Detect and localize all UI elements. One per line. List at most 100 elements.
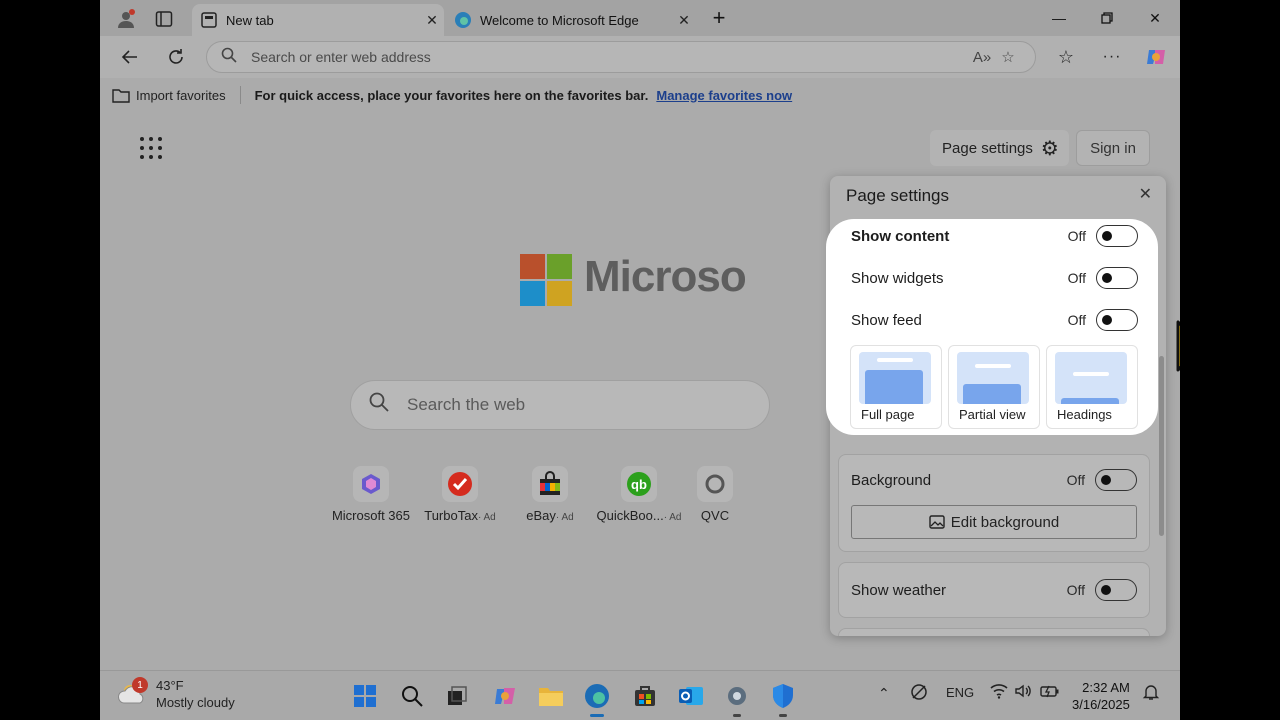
show-feed-state: Off (1067, 312, 1086, 328)
show-content-state: Off (1067, 228, 1086, 244)
page-settings-button[interactable]: Page settings ⚙ (930, 130, 1069, 166)
tab-welcome[interactable]: Welcome to Microsoft Edge ✕ (446, 4, 696, 36)
favorites-icon[interactable]: ☆ (1052, 44, 1080, 70)
refresh-icon[interactable] (162, 44, 190, 70)
close-icon[interactable]: ✕ (1139, 184, 1152, 204)
settings-icon[interactable] (722, 681, 752, 717)
show-feed-row: Show feed Off (851, 309, 1138, 331)
screen: New tab ✕ Welcome to Microsoft Edge ✕ + … (100, 0, 1180, 720)
sign-in-button[interactable]: Sign in (1076, 130, 1150, 166)
background-label: Background (851, 471, 932, 489)
show-weather-toggle[interactable] (1095, 579, 1137, 601)
volume-icon[interactable] (1014, 683, 1032, 702)
microsoft-store-icon[interactable] (630, 681, 660, 711)
layout-option-label: Headings (1057, 407, 1112, 422)
address-input[interactable]: Search or enter web address (251, 49, 969, 65)
search-icon[interactable] (397, 681, 427, 711)
show-feed-toggle[interactable] (1096, 309, 1138, 331)
close-window-button[interactable]: ✕ (1141, 6, 1169, 30)
weather-widget[interactable]: 1 43°F Mostly cloudy (118, 677, 235, 711)
background-toggle[interactable] (1095, 469, 1137, 491)
quick-link-quickbooks[interactable]: qb QuickBoo...· Ad (594, 466, 684, 523)
gear-icon: ⚙ (1040, 137, 1059, 160)
weather-card: Show weather Off (838, 562, 1150, 618)
tab-title: Welcome to Microsoft Edge (480, 12, 639, 28)
more-settings-card (838, 628, 1150, 636)
notification-badge: 1 (132, 677, 148, 693)
show-widgets-toggle[interactable] (1096, 267, 1138, 289)
show-widgets-state: Off (1067, 270, 1086, 286)
microsoft-logo (520, 254, 572, 306)
new-tab-icon (201, 12, 217, 28)
outlook-icon[interactable] (676, 681, 706, 711)
show-hidden-icons-icon[interactable]: ⌃ (878, 685, 890, 702)
toolbar: Search or enter web address A» ☆ ☆ ··· (100, 36, 1180, 78)
quick-link-ebay[interactable]: eBay· Ad (505, 466, 595, 523)
web-search-box[interactable]: Search the web (350, 380, 770, 430)
search-icon (369, 392, 389, 418)
full-page-thumbnail (859, 352, 931, 404)
mouse-cursor-icon (1176, 320, 1180, 387)
new-tab-button[interactable]: + (705, 5, 733, 30)
active-indicator (590, 714, 604, 717)
defender-icon[interactable] (768, 681, 798, 717)
web-search-input[interactable]: Search the web (407, 395, 525, 415)
weather-temp: 43°F (156, 678, 184, 693)
quick-link-qvc[interactable]: QVC (685, 466, 745, 523)
quick-link-label: eBay (526, 508, 556, 523)
app-launcher-icon[interactable] (140, 137, 162, 159)
layout-option-label: Full page (861, 407, 915, 422)
notifications-icon[interactable] (1142, 683, 1160, 704)
clock[interactable]: 2:32 AM 3/16/2025 (1072, 679, 1130, 713)
ad-marker: · Ad (663, 512, 682, 523)
tab-actions-icon[interactable] (150, 6, 178, 32)
panel-title: Page settings (846, 186, 950, 205)
clock-date: 3/16/2025 (1072, 697, 1130, 712)
edge-icon (455, 12, 471, 28)
show-widgets-label: Show widgets (851, 269, 944, 287)
edit-background-button[interactable]: Edit background (851, 505, 1137, 539)
show-widgets-row: Show widgets Off (851, 267, 1138, 289)
search-icon (221, 47, 237, 68)
panel-scrollbar[interactable] (1159, 356, 1164, 536)
start-icon[interactable] (350, 681, 380, 711)
network-disconnected-icon[interactable] (910, 683, 928, 704)
layout-option-full-page[interactable]: Full page (850, 345, 942, 429)
svg-text:qb: qb (631, 477, 647, 492)
ad-marker: · Ad (555, 512, 574, 523)
more-options-icon[interactable]: ··· (1098, 44, 1126, 70)
address-bar[interactable]: Search or enter web address A» ☆ (206, 41, 1036, 73)
favorite-star-icon[interactable]: ☆ (995, 48, 1021, 66)
show-content-toggle[interactable] (1096, 225, 1138, 247)
layout-option-partial-view[interactable]: Partial view (948, 345, 1040, 429)
restore-button[interactable] (1093, 6, 1121, 30)
close-tab-icon[interactable]: ✕ (672, 12, 696, 29)
file-explorer-icon[interactable] (536, 681, 566, 711)
qvc-icon (697, 466, 733, 502)
battery-icon[interactable] (1040, 683, 1060, 702)
tab-new-tab[interactable]: New tab ✕ (192, 4, 444, 36)
headings-thumbnail (1055, 352, 1127, 404)
close-tab-icon[interactable]: ✕ (420, 12, 444, 29)
microsoft-wordmark: Microso (584, 252, 747, 301)
edge-taskbar-icon[interactable] (582, 681, 612, 717)
wifi-icon[interactable] (990, 683, 1008, 702)
back-icon[interactable] (116, 44, 144, 70)
weather-description: Mostly cloudy (156, 695, 235, 710)
minimize-button[interactable]: — (1045, 6, 1073, 30)
favorites-bar: Import favorites For quick access, place… (100, 78, 1180, 112)
quick-link-microsoft-365[interactable]: Microsoft 365 (326, 466, 416, 523)
task-view-icon[interactable] (442, 681, 472, 711)
copilot-icon[interactable] (490, 681, 520, 711)
quick-link-turbotax[interactable]: TurboTax· Ad (415, 466, 505, 523)
language-indicator[interactable]: ENG (946, 685, 974, 700)
quick-link-label: TurboTax (424, 508, 478, 523)
copilot-icon[interactable] (1142, 44, 1170, 70)
profile-icon[interactable] (112, 6, 140, 32)
import-favorites-button[interactable]: Import favorites (112, 87, 226, 103)
manage-favorites-link[interactable]: Manage favorites now (656, 88, 792, 103)
read-aloud-icon[interactable]: A» (969, 49, 995, 66)
quickbooks-icon: qb (621, 466, 657, 502)
layout-option-headings[interactable]: Headings (1046, 345, 1138, 429)
show-content-row: Show content Off (851, 225, 1138, 247)
